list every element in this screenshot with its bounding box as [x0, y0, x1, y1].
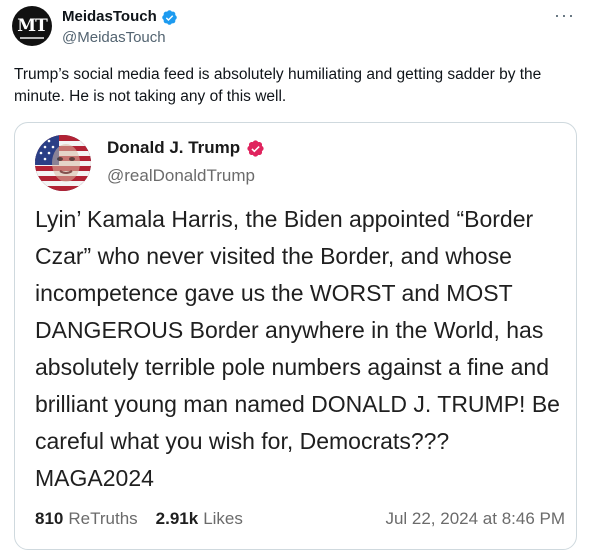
tweet-text: Trump’s social media feed is absolutely … [14, 66, 542, 105]
author-block: MeidasTouch @MeidasTouch [62, 8, 178, 48]
quoted-post-text: Lyin’ Kamala Harris, the Biden appointed… [35, 206, 560, 491]
quoted-avatar-image [35, 135, 91, 191]
likes-count: 2.91k [155, 509, 199, 528]
verified-badge-icon [247, 139, 264, 157]
author-name[interactable]: MeidasTouch [62, 8, 157, 26]
author-name-row: MeidasTouch [62, 8, 178, 26]
retruths-stat[interactable]: 810 ReTruths [35, 509, 138, 529]
retruths-label: ReTruths [68, 509, 138, 528]
quoted-author-block: Donald J. Trump @realDonaldTrump [107, 137, 265, 187]
avatar-logo-text: MT [17, 16, 47, 36]
avatar-underline [20, 37, 44, 39]
likes-stat[interactable]: 2.91k Likes [156, 509, 243, 529]
post-timestamp[interactable]: Jul 22, 2024 at 8:46 PM [385, 509, 565, 529]
retruths-count: 810 [35, 509, 64, 528]
tweet[interactable]: MT MeidasTouch @MeidasTouch ··· Trump’s … [0, 0, 589, 557]
more-options-icon[interactable]: ··· [554, 6, 575, 24]
quoted-author-handle[interactable]: @realDonaldTrump [107, 165, 265, 187]
quoted-post-footer: 810 ReTruths 2.91k Likes Jul 22, 2024 at… [35, 507, 565, 531]
quoted-author-name[interactable]: Donald J. Trump [107, 137, 240, 159]
quoted-avatar[interactable] [35, 135, 91, 191]
quoted-post-card[interactable]: Donald J. Trump @realDonaldTrump Lyin’ K… [14, 122, 577, 550]
author-handle[interactable]: @MeidasTouch [62, 28, 178, 48]
quoted-author-name-row: Donald J. Trump [107, 137, 265, 159]
likes-label: Likes [203, 509, 243, 528]
verified-badge-icon [161, 9, 177, 25]
avatar[interactable]: MT [12, 6, 52, 46]
